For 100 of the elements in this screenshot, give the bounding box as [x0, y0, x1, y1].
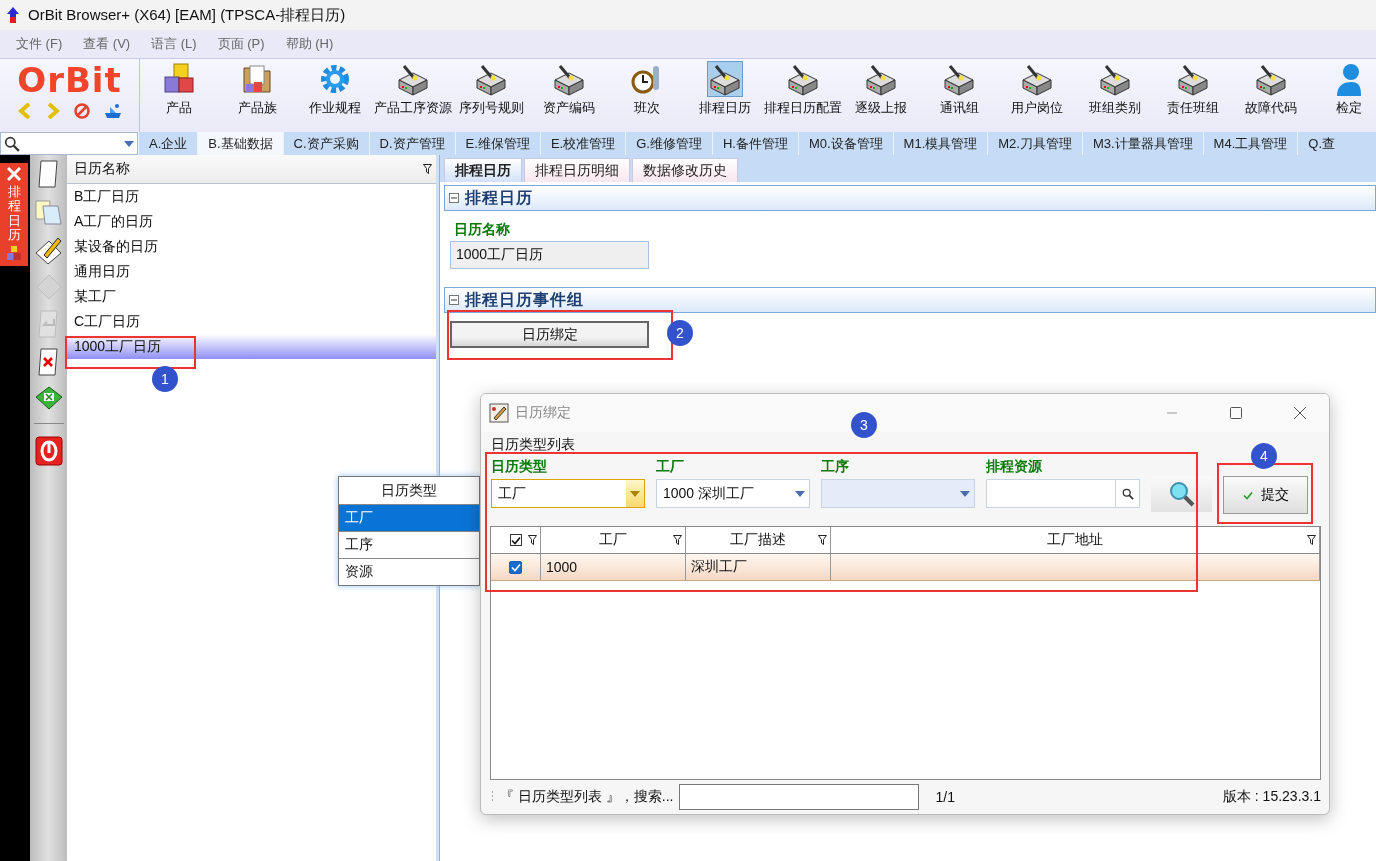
table-cell: 深圳工厂 — [686, 554, 831, 580]
toolbar-button[interactable]: 排程日历 — [686, 59, 764, 132]
grip-icon — [491, 790, 494, 804]
combo-box[interactable]: 工厂 — [491, 479, 645, 508]
machine-icon — [942, 62, 976, 96]
cubes-icon — [6, 246, 22, 261]
section-title: 排程日历 — [465, 187, 533, 208]
toolbar-button[interactable]: 排程日历配置 — [764, 59, 842, 132]
menu-item[interactable]: 文件 (F) — [16, 35, 63, 53]
power-icon[interactable] — [34, 436, 63, 466]
combo-box[interactable]: 1000 深圳工厂 — [656, 479, 810, 508]
collapse-icon[interactable] — [449, 295, 459, 305]
check-icon — [1242, 490, 1253, 500]
menu-item[interactable]: 语言 (L) — [151, 35, 197, 53]
column-header: 日历名称 — [74, 160, 130, 178]
machine-icon — [1176, 62, 1210, 96]
toolbar-button[interactable]: 责任班组 — [1154, 59, 1232, 132]
menu-item[interactable]: 查看 (V) — [83, 35, 131, 53]
machine-icon — [396, 62, 430, 96]
list-item[interactable]: 某工厂 — [67, 284, 436, 309]
toolbar-button[interactable]: 班次 — [608, 59, 686, 132]
logo: OrBit — [17, 61, 122, 99]
search-input[interactable] — [679, 784, 920, 810]
filter-icon[interactable] — [673, 535, 682, 545]
step-badge: 1 — [152, 366, 178, 392]
gear-icon — [319, 63, 351, 95]
maximize-icon[interactable] — [1230, 407, 1242, 419]
toolbar-button[interactable]: 故障代码 — [1232, 59, 1310, 132]
list-item[interactable]: A工厂的日历 — [67, 209, 436, 234]
machine-icon — [552, 62, 586, 96]
page-counter: 1/1 — [935, 789, 955, 805]
search-icon — [4, 135, 20, 152]
caret-icon — [795, 490, 805, 497]
caret-icon — [124, 140, 134, 147]
list-item[interactable]: C工厂日历 — [67, 309, 436, 334]
detail-tab[interactable]: 数据修改历史 — [632, 158, 738, 182]
filter-icon[interactable] — [528, 535, 537, 545]
module-tab[interactable]: B.基础数据 — [197, 132, 283, 155]
select-all-checkbox[interactable] — [509, 534, 522, 546]
toolbar-button[interactable]: 检定 — [1310, 59, 1376, 132]
list-item[interactable]: 1000工厂日历 — [67, 334, 436, 359]
app-icon — [6, 7, 20, 23]
collapse-icon[interactable] — [449, 193, 459, 203]
toolbar-button[interactable]: 班组类别 — [1076, 59, 1154, 132]
dropdown-option[interactable]: 工序 — [339, 531, 479, 558]
machine-icon — [786, 62, 820, 96]
filter-label: 日历类型 — [491, 458, 548, 476]
folder-icon — [240, 62, 274, 96]
toolbar-button[interactable]: 产品 — [140, 59, 218, 132]
filter-icon[interactable] — [818, 535, 827, 545]
spreadsheet-icon[interactable] — [33, 385, 64, 411]
check-icon — [510, 535, 521, 545]
detail-tab[interactable]: 排程日历 — [444, 158, 522, 182]
dropdown-option[interactable]: 资源 — [339, 558, 479, 585]
section-header[interactable]: 排程日历 — [444, 185, 1376, 211]
calendar-name-field[interactable]: 1000工厂日历 — [450, 241, 649, 269]
field-label: 日历名称 — [454, 221, 511, 239]
machine-icon — [1254, 62, 1288, 96]
module-search-field[interactable] — [0, 132, 138, 155]
cubes-icon — [162, 62, 196, 96]
list-item[interactable]: 某设备的日历 — [67, 234, 436, 259]
side-tab-title: 排程日历 — [7, 185, 21, 243]
row-checkbox[interactable] — [509, 560, 522, 574]
section-header[interactable]: 排程日历事件组 — [444, 287, 1376, 313]
filter-label: 工厂 — [656, 458, 685, 476]
pencil-icon — [489, 403, 509, 423]
section-title: 排程日历事件组 — [465, 289, 584, 310]
machine-icon — [1020, 62, 1054, 96]
column-header: 工厂描述 — [730, 531, 786, 549]
dropdown-option[interactable]: 工厂 — [339, 504, 479, 531]
search-field[interactable] — [986, 479, 1140, 508]
toolbar-button[interactable]: 逐级上报 — [842, 59, 920, 132]
caret-icon — [630, 490, 640, 497]
filter-icon[interactable] — [423, 164, 432, 174]
detail-tab[interactable]: 排程日历明细 — [524, 158, 630, 182]
list-item[interactable]: B工厂日历 — [67, 184, 436, 209]
toolbar-button[interactable]: 通讯组 — [920, 59, 998, 132]
toolbar-button[interactable]: 作业规程 — [296, 59, 374, 132]
stop-icon[interactable] — [73, 103, 90, 119]
filter-label: 工序 — [821, 458, 850, 476]
pencil-icon[interactable] — [33, 235, 64, 265]
search-icon — [1168, 481, 1195, 507]
filter-icon[interactable] — [1307, 535, 1316, 545]
submit-button[interactable]: 提交 — [1223, 476, 1308, 514]
menu-item[interactable]: 页面 (P) — [217, 35, 265, 53]
close-icon[interactable] — [1294, 407, 1306, 419]
bind-calendar-button[interactable]: 日历绑定 — [450, 321, 649, 348]
toolbar-button[interactable]: 产品工序资源 — [374, 59, 452, 132]
side-tab[interactable]: 排程日历 — [0, 163, 28, 267]
toolbar-button[interactable]: 用户岗位 — [998, 59, 1076, 132]
step-badge: 2 — [667, 320, 693, 346]
caret-icon — [960, 490, 970, 497]
search-button[interactable] — [1151, 476, 1212, 512]
toolbar-button[interactable]: 序列号规则 — [452, 59, 530, 132]
toolbar-button[interactable]: 资产编码 — [530, 59, 608, 132]
person-icon — [1337, 62, 1361, 96]
menu-item[interactable]: 帮助 (H) — [285, 35, 334, 53]
table-cell: 1000 — [541, 554, 686, 580]
toolbar-button[interactable]: 产品族 — [218, 59, 296, 132]
list-item[interactable]: 通用日历 — [67, 259, 436, 284]
